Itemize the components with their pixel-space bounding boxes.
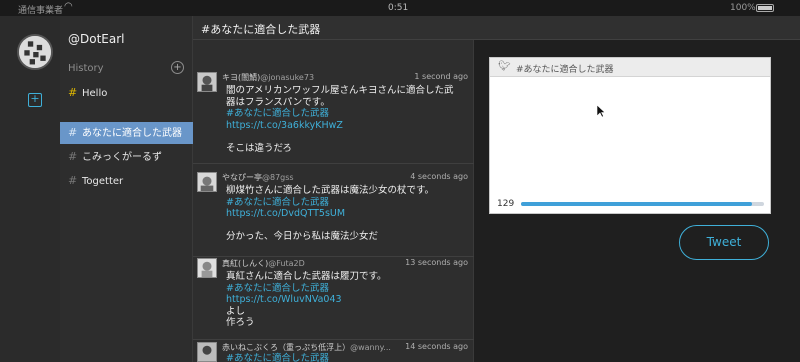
tweet-time: 13 seconds ago xyxy=(405,258,468,267)
tweet-author[interactable]: キヨ(闇鯖)@jonasuke73 xyxy=(222,72,314,83)
tweet-link[interactable]: https://t.co/WluvNVa043 xyxy=(226,294,466,306)
sidebar-item-label: Hello xyxy=(82,88,108,99)
timeline[interactable]: キヨ(闇鯖)@jonasuke73 1 second ago 闇のアメリカンワッ… xyxy=(193,16,474,362)
status-bar: 通信事業者 ◠ 0:51 100% xyxy=(0,0,800,16)
tweet-body: 真紅さんに適合した武器は履刀です。 #あなたに適合した武器 https://t.… xyxy=(226,271,466,329)
tweet-time: 14 seconds ago xyxy=(405,342,468,351)
sidebar: @DotEarl History + # Hello # あなたに適合した武器 # こ… xyxy=(60,16,193,362)
author-name: 赤いねこぶくろ（重っぷち低浮上） xyxy=(222,343,351,352)
hashtag-icon: # xyxy=(68,150,78,163)
tweet-link[interactable]: https://t.co/3a6kkyKHwZ xyxy=(226,120,466,132)
tweet-item[interactable]: 赤いねこぶくろ（重っぷち低浮上）@wanny... 14 seconds ago… xyxy=(193,338,474,362)
tweet-text: そこは違うだろ xyxy=(226,142,292,154)
tweet-item[interactable]: キヨ(闇鯖)@jonasuke73 1 second ago 闇のアメリカンワッ… xyxy=(193,68,474,164)
tweet-text: 分かった、今日から私は魔法少女だ xyxy=(226,231,379,242)
tweet-hashtag[interactable]: #あなたに適合した武器 xyxy=(226,353,466,362)
user-avatar[interactable] xyxy=(197,72,217,92)
tweet-time: 4 seconds ago xyxy=(410,172,468,181)
author-screen-name: @wanny... xyxy=(350,343,391,352)
tweet-item[interactable]: やなぴー亭@87gss 4 seconds ago 柳煤竹さんに適合した武器は魔… xyxy=(193,168,474,257)
tweet-author[interactable]: 真紅(しんく)@Futa2D xyxy=(222,258,305,269)
tweet-hashtag[interactable]: #あなたに適合した武器 xyxy=(226,108,466,120)
char-count: 129 xyxy=(497,199,515,209)
char-progress-fill xyxy=(521,202,752,206)
tweet-text: 真紅さんに適合した武器は履刀です。 xyxy=(226,271,387,282)
tweet-author[interactable]: やなぴー亭@87gss xyxy=(222,172,294,183)
compose-icon[interactable]: + xyxy=(28,93,42,107)
tweet-time: 1 second ago xyxy=(414,72,468,81)
char-progress-track xyxy=(521,202,764,206)
sidebar-item-label: Togetter xyxy=(82,176,124,187)
hashtag-icon: # xyxy=(68,174,78,187)
tweet-body: 闇のアメリカンワッフル屋さんキヨさんに適合した武 器はフランスパンです。 #あな… xyxy=(226,85,466,154)
account-username: @DotEarl xyxy=(68,32,125,46)
tweet-hashtag[interactable]: #あなたに適合した武器 xyxy=(226,197,466,209)
clock: 0:51 xyxy=(388,3,409,13)
tweet-button[interactable]: Tweet xyxy=(679,225,769,260)
twitter-bird-icon: 🐦︎ xyxy=(498,61,511,72)
compose-tab-bar: 🐦︎ #あなたに適合した武器 xyxy=(490,58,770,77)
tweet-link[interactable]: https://t.co/DvdQTT5sUM xyxy=(226,208,466,220)
tweet-text: よし xyxy=(226,305,246,317)
sidebar-item-comic-girls[interactable]: # こみっくがーるず xyxy=(60,146,193,168)
tweet-text: 柳煤竹さんに適合した武器は魔法少女の杖です。 xyxy=(226,185,435,196)
author-name: 真紅(しんく) xyxy=(222,259,269,268)
plus-circle-icon[interactable]: + xyxy=(171,61,184,74)
sidebar-item-label: あなたに適合した武器 xyxy=(82,128,182,139)
history-heading: History xyxy=(68,63,104,74)
author-name: やなぴー亭 xyxy=(222,173,262,182)
tweet-text: 作ろう xyxy=(226,317,255,328)
user-avatar[interactable] xyxy=(197,172,217,192)
composer-panel: 🐦︎ #あなたに適合した武器 129 Tweet xyxy=(474,40,800,362)
user-avatar[interactable] xyxy=(197,258,217,278)
sidebar-item-togetter[interactable]: # Togetter xyxy=(60,170,193,192)
tweet-text: 器はフランスパンです。 xyxy=(226,96,330,108)
hashtag-icon: # xyxy=(68,86,78,99)
author-screen-name: @jonasuke73 xyxy=(260,73,315,82)
user-avatar[interactable] xyxy=(197,342,217,362)
mouse-cursor-icon xyxy=(596,104,606,118)
sidebar-item-hello[interactable]: # Hello xyxy=(60,82,193,104)
battery-icon xyxy=(756,4,774,12)
tweet-body: 柳煤竹さんに適合した武器は魔法少女の杖です。 #あなたに適合した武器 https… xyxy=(226,185,466,243)
sidebar-item-label: こみっくがーるず xyxy=(82,152,162,163)
tweet-author[interactable]: 赤いねこぶくろ（重っぷち低浮上）@wanny... xyxy=(222,342,391,353)
author-name: キヨ(闇鯖) xyxy=(222,73,261,82)
sidebar-item-weapon[interactable]: # あなたに適合した武器 xyxy=(60,122,193,144)
author-screen-name: @Futa2D xyxy=(268,259,305,268)
battery-percent: 100% xyxy=(730,3,756,13)
hashtag-icon: # xyxy=(68,126,78,139)
left-rail: + xyxy=(0,16,60,362)
compose-hashtag: #あなたに適合した武器 xyxy=(516,65,614,75)
tweet-body: #あなたに適合した武器 xyxy=(226,353,466,362)
author-screen-name: @87gss xyxy=(262,173,294,182)
tweet-text: 闇のアメリカンワッフル屋さんキヨさんに適合した武 xyxy=(226,85,454,96)
tweet-item[interactable]: 真紅(しんく)@Futa2D 13 seconds ago 真紅さんに適合した武… xyxy=(193,254,474,340)
tweet-compose-card[interactable]: 🐦︎ #あなたに適合した武器 129 xyxy=(489,57,771,214)
carrier-label: 通信事業者 xyxy=(18,6,64,16)
page-title: #あなたに適合した武器 xyxy=(201,23,321,36)
wifi-icon: ◠ xyxy=(64,1,73,12)
avatar[interactable] xyxy=(17,34,53,70)
column-header: #あなたに適合した武器 xyxy=(193,16,800,40)
tweet-hashtag[interactable]: #あなたに適合した武器 xyxy=(226,283,466,295)
